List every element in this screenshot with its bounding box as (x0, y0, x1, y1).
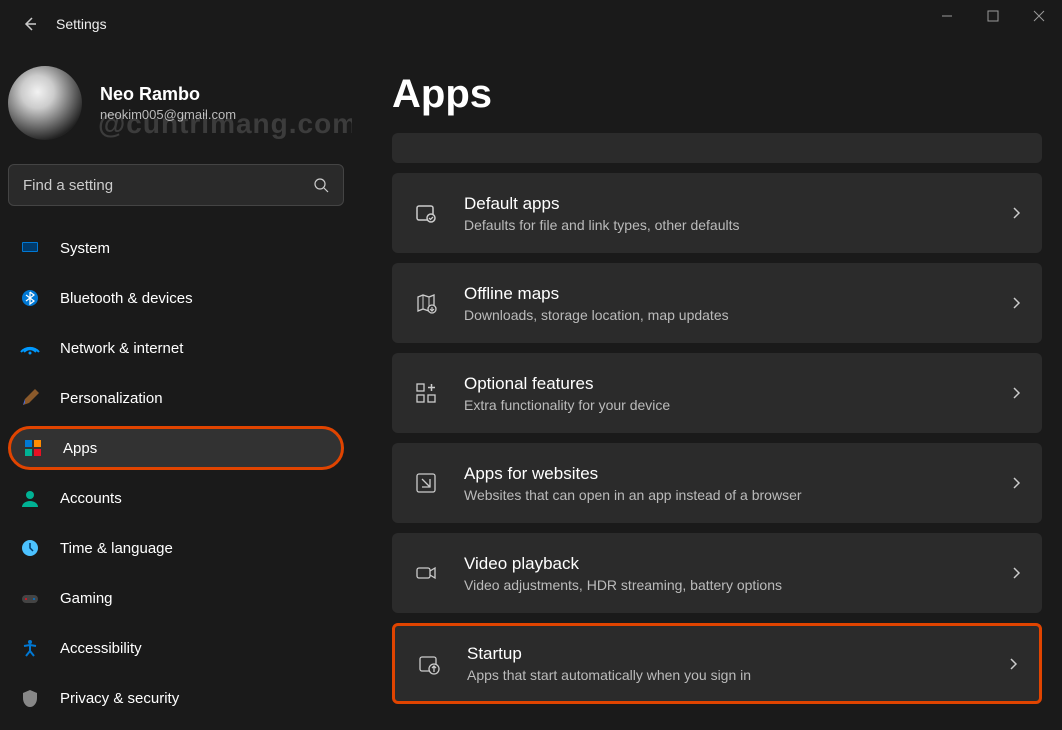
video-icon (412, 559, 440, 587)
user-name: Neo Rambo (100, 84, 236, 105)
card-title: Apps for websites (464, 464, 998, 484)
sidebar-item-accounts[interactable]: Accounts (8, 476, 344, 520)
maximize-button[interactable] (970, 0, 1016, 32)
card-subtitle: Defaults for file and link types, other … (464, 217, 998, 233)
apps-icon (21, 436, 45, 460)
sidebar-item-label: Time & language (60, 540, 173, 557)
card-startup[interactable]: Startup Apps that start automatically wh… (392, 623, 1042, 704)
card-subtitle: Downloads, storage location, map updates (464, 307, 998, 323)
window-title: Settings (56, 16, 107, 32)
card-offline-maps[interactable]: Offline maps Downloads, storage location… (392, 263, 1042, 343)
back-button[interactable] (12, 6, 48, 42)
default-apps-icon (412, 199, 440, 227)
chevron-right-icon (1010, 297, 1022, 309)
watermark-text: @cuntrimang.com (98, 108, 352, 140)
minimize-button[interactable] (924, 0, 970, 32)
card-cutoff[interactable] (392, 133, 1042, 163)
startup-icon (415, 650, 443, 678)
card-title: Video playback (464, 554, 998, 574)
time-icon (18, 536, 42, 560)
window-controls (924, 0, 1062, 32)
system-icon (18, 236, 42, 260)
accessibility-icon (18, 636, 42, 660)
sidebar-item-apps[interactable]: Apps (8, 426, 344, 470)
card-text: Offline maps Downloads, storage location… (464, 284, 998, 323)
websites-icon (412, 469, 440, 497)
maximize-icon (987, 10, 999, 22)
network-icon (18, 336, 42, 360)
sidebar-item-privacy[interactable]: Privacy & security (8, 676, 344, 720)
sidebar-item-bluetooth[interactable]: Bluetooth & devices (8, 276, 344, 320)
sidebar-item-label: System (60, 240, 110, 257)
sidebar: Neo Rambo neokim005@gmail.com @cuntriman… (0, 48, 352, 730)
card-text: Apps for websites Websites that can open… (464, 464, 998, 503)
card-text: Optional features Extra functionality fo… (464, 374, 998, 413)
privacy-icon (18, 686, 42, 710)
back-arrow-icon (22, 16, 38, 32)
search-icon (313, 177, 329, 193)
minimize-icon (941, 10, 953, 22)
avatar (8, 66, 82, 140)
chevron-right-icon (1010, 477, 1022, 489)
close-button[interactable] (1016, 0, 1062, 32)
user-block[interactable]: Neo Rambo neokim005@gmail.com @cuntriman… (8, 58, 344, 164)
chevron-right-icon (1010, 387, 1022, 399)
card-subtitle: Apps that start automatically when you s… (467, 667, 995, 683)
titlebar: Settings (0, 0, 1062, 48)
search-input[interactable] (23, 177, 313, 194)
sidebar-item-label: Accounts (60, 490, 122, 507)
card-title: Startup (467, 644, 995, 664)
personalization-icon (18, 386, 42, 410)
sidebar-item-network[interactable]: Network & internet (8, 326, 344, 370)
card-text: Video playback Video adjustments, HDR st… (464, 554, 998, 593)
chevron-right-icon (1007, 658, 1019, 670)
sidebar-item-label: Gaming (60, 590, 113, 607)
card-video-playback[interactable]: Video playback Video adjustments, HDR st… (392, 533, 1042, 613)
card-text: Default apps Defaults for file and link … (464, 194, 998, 233)
chevron-right-icon (1010, 567, 1022, 579)
card-subtitle: Extra functionality for your device (464, 397, 998, 413)
nav-list: System Bluetooth & devices Network & int… (8, 226, 344, 720)
card-apps-for-websites[interactable]: Apps for websites Websites that can open… (392, 443, 1042, 523)
bluetooth-icon (18, 286, 42, 310)
card-title: Optional features (464, 374, 998, 394)
card-title: Offline maps (464, 284, 998, 304)
sidebar-item-label: Accessibility (60, 640, 142, 657)
sidebar-item-label: Network & internet (60, 340, 183, 357)
sidebar-item-label: Apps (63, 440, 97, 457)
main-layout: Neo Rambo neokim005@gmail.com @cuntriman… (0, 48, 1062, 730)
card-subtitle: Video adjustments, HDR streaming, batter… (464, 577, 998, 593)
card-subtitle: Websites that can open in an app instead… (464, 487, 998, 503)
cards-list: Default apps Defaults for file and link … (392, 133, 1042, 704)
chevron-right-icon (1010, 207, 1022, 219)
sidebar-item-system[interactable]: System (8, 226, 344, 270)
content: Apps Default apps Defaults for file and … (352, 48, 1062, 730)
gaming-icon (18, 586, 42, 610)
sidebar-item-personalization[interactable]: Personalization (8, 376, 344, 420)
search-box[interactable] (8, 164, 344, 206)
page-title: Apps (392, 72, 1042, 117)
accounts-icon (18, 486, 42, 510)
features-icon (412, 379, 440, 407)
card-text: Startup Apps that start automatically wh… (467, 644, 995, 683)
sidebar-item-accessibility[interactable]: Accessibility (8, 626, 344, 670)
sidebar-item-label: Privacy & security (60, 690, 179, 707)
sidebar-item-label: Personalization (60, 390, 163, 407)
card-optional-features[interactable]: Optional features Extra functionality fo… (392, 353, 1042, 433)
sidebar-item-time[interactable]: Time & language (8, 526, 344, 570)
sidebar-item-label: Bluetooth & devices (60, 290, 193, 307)
card-default-apps[interactable]: Default apps Defaults for file and link … (392, 173, 1042, 253)
sidebar-item-gaming[interactable]: Gaming (8, 576, 344, 620)
card-title: Default apps (464, 194, 998, 214)
close-icon (1033, 10, 1045, 22)
maps-icon (412, 289, 440, 317)
